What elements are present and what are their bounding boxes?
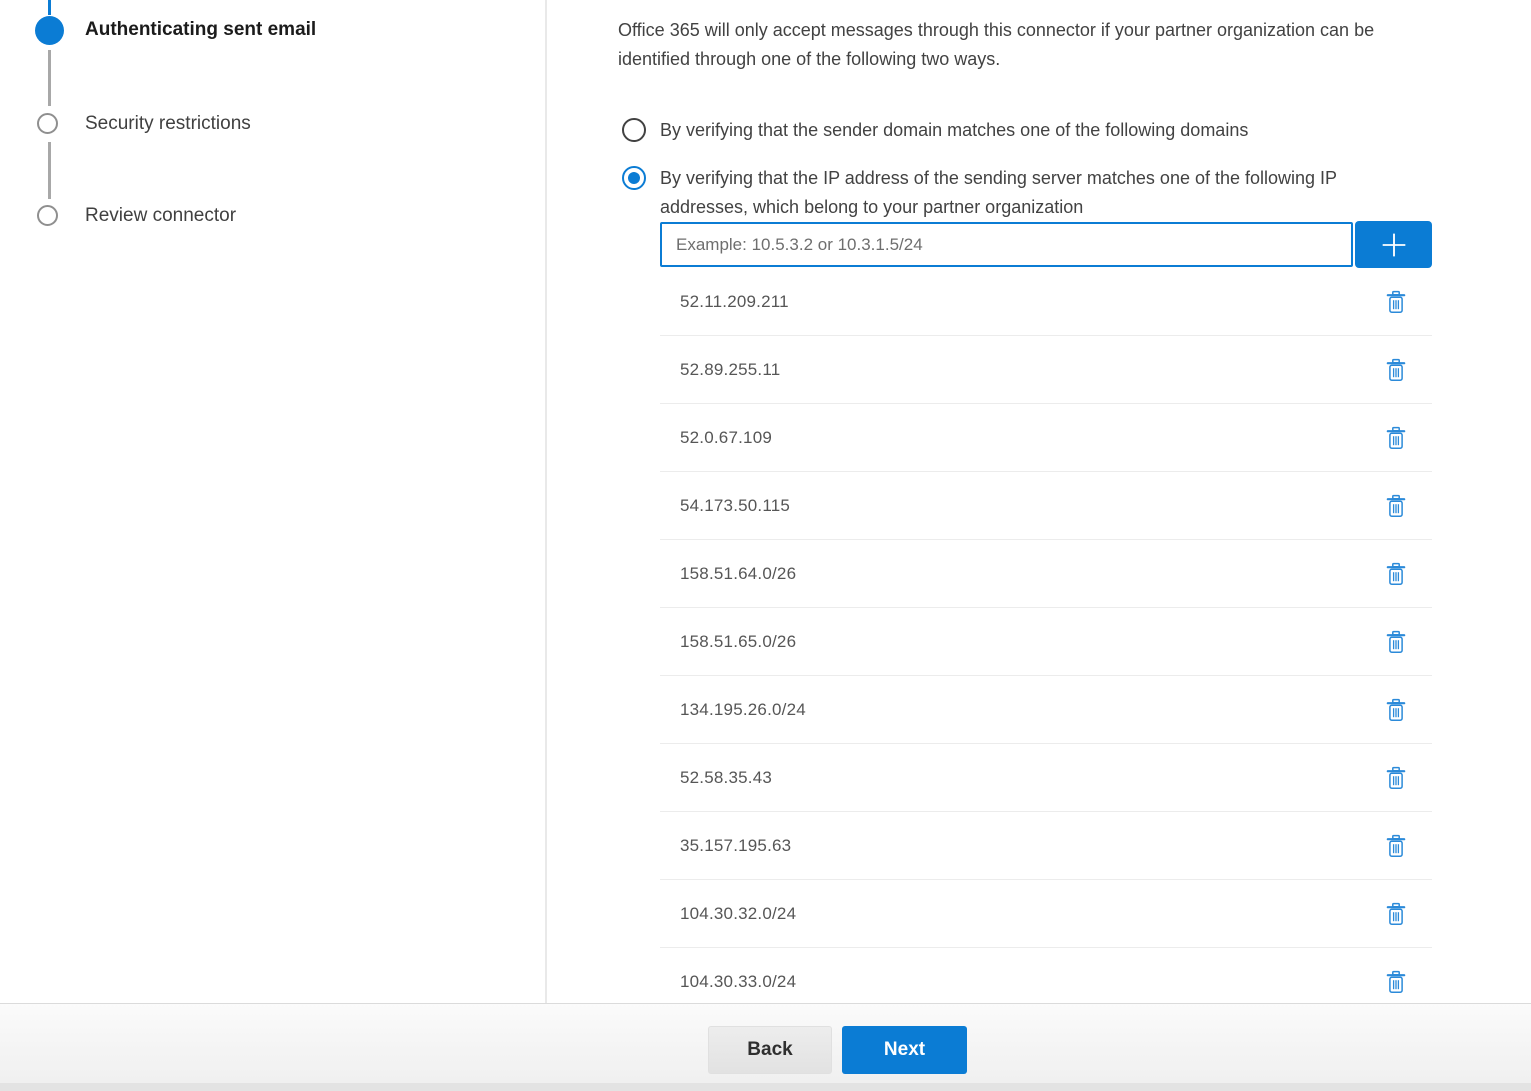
ip-list-item: 35.157.195.63 xyxy=(660,812,1432,880)
trash-icon xyxy=(1386,494,1406,518)
delete-ip-button[interactable] xyxy=(1384,696,1408,724)
delete-ip-button[interactable] xyxy=(1384,560,1408,588)
back-button[interactable]: Back xyxy=(708,1026,832,1074)
ip-address-value: 104.30.33.0/24 xyxy=(680,972,796,992)
ip-list-item: 52.11.209.211 xyxy=(660,268,1432,336)
trash-icon xyxy=(1386,766,1406,790)
ip-list-item: 52.0.67.109 xyxy=(660,404,1432,472)
delete-ip-button[interactable] xyxy=(1384,628,1408,656)
radio-ip-address[interactable] xyxy=(622,166,646,190)
panel-divider xyxy=(545,0,547,1003)
ip-address-value: 52.89.255.11 xyxy=(680,360,780,380)
radio-label-line: By verifying that the IP address of the … xyxy=(660,164,1490,193)
step-authenticating-sent-email: Authenticating sent email xyxy=(85,19,316,41)
ip-list-item: 158.51.65.0/26 xyxy=(660,608,1432,676)
ip-address-input[interactable] xyxy=(660,222,1353,267)
delete-ip-button[interactable] xyxy=(1384,288,1408,316)
delete-ip-button[interactable] xyxy=(1384,764,1408,792)
step-dot xyxy=(37,205,58,226)
ip-list-item: 158.51.64.0/26 xyxy=(660,540,1432,608)
step-security-restrictions: Security restrictions xyxy=(85,113,251,135)
step-review-connector: Review connector xyxy=(85,205,236,227)
trash-icon xyxy=(1386,562,1406,586)
delete-ip-button[interactable] xyxy=(1384,900,1408,928)
ip-list-item: 54.173.50.115 xyxy=(660,472,1432,540)
wizard-body: Authenticating sent email Security restr… xyxy=(0,0,1531,1003)
delete-ip-button[interactable] xyxy=(1384,832,1408,860)
ip-list-item: 52.89.255.11 xyxy=(660,336,1432,404)
radio-sender-domain[interactable] xyxy=(622,118,646,142)
add-ip-button[interactable] xyxy=(1355,221,1432,268)
ip-address-value: 54.173.50.115 xyxy=(680,496,790,516)
ip-address-value: 158.51.65.0/26 xyxy=(680,632,796,652)
trash-icon xyxy=(1386,358,1406,382)
ip-address-value: 52.0.67.109 xyxy=(680,428,772,448)
step-active-dot xyxy=(35,16,64,45)
delete-ip-button[interactable] xyxy=(1384,356,1408,384)
stepper-track-completed xyxy=(48,0,51,15)
ip-list-item: 52.58.35.43 xyxy=(660,744,1432,812)
wizard-stepper: Authenticating sent email Security restr… xyxy=(0,0,545,1003)
trash-icon xyxy=(1386,290,1406,314)
radio-sender-domain-label[interactable]: By verifying that the sender domain matc… xyxy=(660,118,1248,142)
stepper-track xyxy=(48,50,51,106)
plus-icon xyxy=(1378,229,1410,261)
ip-list-item: 104.30.32.0/24 xyxy=(660,880,1432,948)
ip-address-value: 35.157.195.63 xyxy=(680,836,791,856)
description-line: identified through one of the following … xyxy=(618,45,1531,74)
radio-ip-address-label[interactable]: By verifying that the IP address of the … xyxy=(660,164,1490,222)
delete-ip-button[interactable] xyxy=(1384,424,1408,452)
connector-wizard: Authenticating sent email Security restr… xyxy=(0,0,1531,1091)
ip-address-value: 134.195.26.0/24 xyxy=(680,700,806,720)
step-dot xyxy=(37,113,58,134)
page-description: Office 365 will only accept messages thr… xyxy=(618,16,1531,74)
trash-icon xyxy=(1386,970,1406,994)
delete-ip-button[interactable] xyxy=(1384,968,1408,996)
trash-icon xyxy=(1386,426,1406,450)
ip-address-value: 158.51.64.0/26 xyxy=(680,564,796,584)
radio-label-line: addresses, which belong to your partner … xyxy=(660,193,1490,222)
ip-address-value: 52.11.209.211 xyxy=(680,292,789,312)
ip-address-value: 52.58.35.43 xyxy=(680,768,772,788)
stepper-track xyxy=(48,142,51,199)
next-button[interactable]: Next xyxy=(842,1026,967,1074)
footer-bottom-strip xyxy=(0,1083,1531,1091)
delete-ip-button[interactable] xyxy=(1384,492,1408,520)
ip-address-value: 104.30.32.0/24 xyxy=(680,904,796,924)
ip-list-item: 104.30.33.0/24 xyxy=(660,948,1432,1003)
ip-list-item: 134.195.26.0/24 xyxy=(660,676,1432,744)
trash-icon xyxy=(1386,902,1406,926)
description-line: Office 365 will only accept messages thr… xyxy=(618,16,1531,45)
trash-icon xyxy=(1386,630,1406,654)
wizard-footer: Back Next xyxy=(0,1003,1531,1091)
trash-icon xyxy=(1386,698,1406,722)
ip-address-list: 52.11.209.211 xyxy=(660,268,1432,1003)
trash-icon xyxy=(1386,834,1406,858)
